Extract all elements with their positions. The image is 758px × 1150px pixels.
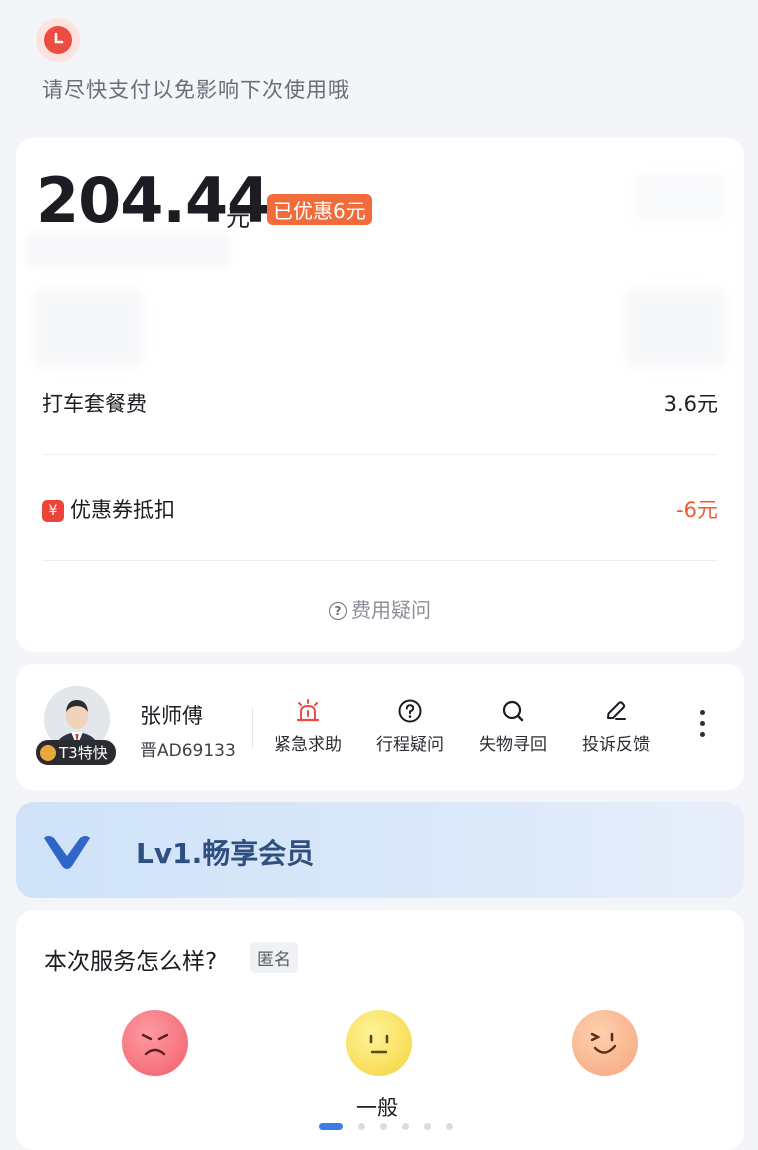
fee-card: 204.44 元 已优惠6元 打车套餐费 3.6元 ¥ 优惠券抵扣 -6元 ? 费用…: [16, 138, 744, 652]
fee-label: 优惠券抵扣: [70, 498, 175, 522]
rating-card: 本次服务怎么样? 匿名 一般: [16, 910, 744, 1150]
question-icon: [398, 699, 422, 723]
coupon-icon: ¥: [42, 500, 64, 522]
t3-logo-icon: [40, 745, 56, 761]
trip-question-button[interactable]: 行程疑问: [362, 698, 458, 755]
payment-notice: 请尽快支付以免影响下次使用哦: [42, 78, 350, 102]
fee-row-coupon[interactable]: ¥ 优惠券抵扣 -6元: [42, 488, 718, 528]
v-logo-icon: [44, 836, 90, 869]
driver-name: 张师傅: [140, 704, 203, 728]
clock-icon: [36, 18, 80, 62]
action-label: 投诉反馈: [582, 735, 650, 755]
license-plate: 晋AD69133: [140, 741, 236, 761]
anonymous-tag: 匿名: [250, 942, 298, 973]
blurred-region: [626, 288, 726, 368]
fee-label: 打车套餐费: [42, 392, 147, 416]
service-badge-label: T3特快: [59, 744, 108, 762]
fee-value: 3.6元: [663, 392, 718, 416]
edit-icon: [607, 701, 626, 720]
emergency-help-button[interactable]: 紧急求助: [260, 698, 356, 755]
action-label: 紧急求助: [274, 735, 342, 755]
membership-banner[interactable]: Lv1.畅享会员: [16, 802, 744, 898]
page-dot[interactable]: [358, 1123, 365, 1130]
member-level: Lv1.畅享会员: [136, 837, 315, 870]
fee-question-link[interactable]: ? 费用疑问: [16, 594, 744, 623]
lost-item-button[interactable]: 失物寻回: [465, 698, 561, 755]
page-dot[interactable]: [380, 1123, 387, 1130]
alarm-icon: [296, 699, 320, 722]
page-dot[interactable]: [402, 1123, 409, 1130]
blurred-region: [26, 232, 231, 268]
complaint-feedback-button[interactable]: 投诉反馈: [568, 698, 664, 755]
question-circle-icon: ?: [329, 602, 347, 620]
fee-question-label: 费用疑问: [351, 598, 431, 622]
divider: [42, 560, 718, 561]
divider: [252, 708, 253, 748]
action-label: 失物寻回: [479, 735, 547, 755]
page-dot[interactable]: [319, 1123, 343, 1130]
bad-rating-face-icon[interactable]: [122, 1010, 188, 1076]
more-options-icon[interactable]: [700, 710, 708, 743]
action-label: 行程疑问: [376, 735, 444, 755]
divider: [42, 454, 718, 455]
neutral-rating-face-icon[interactable]: [346, 1010, 412, 1076]
page-dot[interactable]: [446, 1123, 453, 1130]
search-icon: [502, 700, 524, 722]
blurred-region: [34, 288, 144, 368]
page-dot[interactable]: [424, 1123, 431, 1130]
driver-card: T3特快 张师傅 晋AD69133 紧急求助 行程疑问 失物寻回 投诉反馈: [16, 664, 744, 790]
fee-row-package: 打车套餐费 3.6元: [42, 382, 718, 422]
blurred-region: [636, 174, 726, 220]
coupon-value: -6元: [676, 498, 718, 522]
service-badge: T3特快: [36, 740, 116, 765]
rating-title: 本次服务怎么样?: [44, 949, 218, 975]
good-rating-face-icon[interactable]: [572, 1010, 638, 1076]
discount-badge: 已优惠6元: [267, 194, 372, 225]
currency-unit: 元: [226, 204, 250, 232]
page-indicator: [319, 1116, 468, 1130]
